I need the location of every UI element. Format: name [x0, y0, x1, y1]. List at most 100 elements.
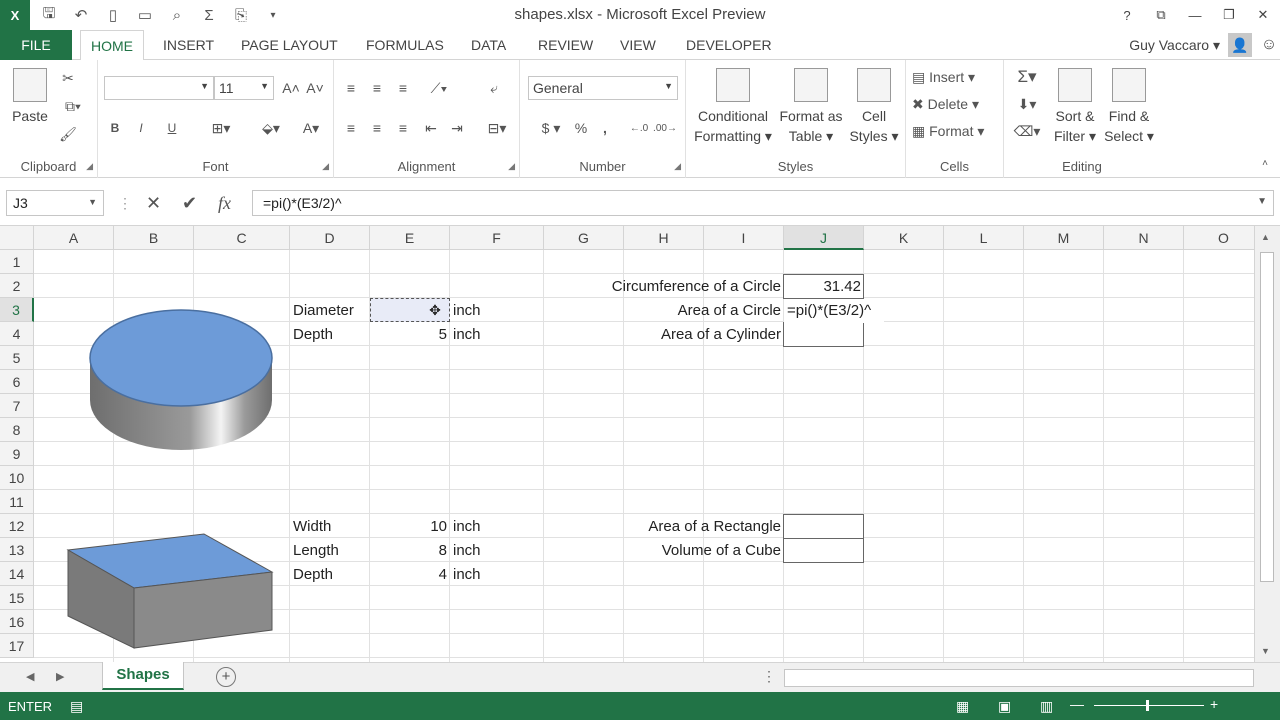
row-header-17[interactable]: 17: [0, 634, 34, 658]
cell-d12[interactable]: Width: [290, 515, 370, 539]
row-header-15[interactable]: 15: [0, 586, 34, 610]
row-header-7[interactable]: 7: [0, 394, 34, 418]
format-as-table-button[interactable]: Format as Table ▾: [776, 68, 846, 146]
ribbon-display-icon[interactable]: ⧉: [1144, 0, 1178, 30]
cell-e4[interactable]: 5: [370, 323, 450, 347]
normal-view-icon[interactable]: ▦: [956, 698, 969, 715]
collapse-ribbon-icon[interactable]: ˄: [1258, 156, 1272, 170]
delete-cells-button[interactable]: ✖ Delete ▾: [912, 93, 1000, 115]
align-top-icon[interactable]: ≡: [342, 78, 360, 98]
cell-styles-button[interactable]: Cell Styles ▾: [846, 68, 902, 146]
scroll-down-icon[interactable]: ▼: [1261, 646, 1270, 656]
worksheet-grid[interactable]: ABCDEFGHIJKLMNO 1 2 3 4 5 6 7 8 9 10 11 12 13 14 15 16 1…: [0, 226, 1280, 662]
page-break-view-icon[interactable]: ▥: [1040, 698, 1053, 715]
row-header-8[interactable]: 8: [0, 418, 34, 442]
cell-f12[interactable]: inch: [450, 515, 530, 539]
row-header-14[interactable]: 14: [0, 562, 34, 586]
add-sheet-button[interactable]: +: [216, 667, 236, 687]
row-header-11[interactable]: 11: [0, 490, 34, 514]
prev-sheet-icon[interactable]: ◀: [26, 670, 34, 683]
font-launcher-icon[interactable]: ◢: [322, 161, 329, 172]
cell-f13[interactable]: inch: [450, 539, 530, 563]
merge-center-icon[interactable]: ⊟▾: [482, 118, 512, 138]
user-account[interactable]: Guy Vaccaro ▾ 👤 ☺: [1129, 30, 1280, 60]
font-color-button[interactable]: A ▾: [296, 118, 326, 138]
copy-icon[interactable]: ⧉▾: [58, 96, 88, 116]
zoom-in-icon[interactable]: +: [1210, 696, 1218, 712]
cylinder-shape[interactable]: [88, 308, 274, 454]
cell-j2[interactable]: 31.42: [784, 275, 864, 299]
format-cells-button[interactable]: ▦ Format ▾: [912, 120, 1000, 142]
percent-button[interactable]: %: [572, 118, 590, 138]
column-header-g[interactable]: G: [544, 226, 624, 250]
tab-home[interactable]: HOME: [80, 30, 144, 61]
cut-icon[interactable]: ✂: [58, 68, 78, 88]
row-header-6[interactable]: 6: [0, 370, 34, 394]
fill-icon[interactable]: ⬇▾: [1012, 93, 1042, 115]
select-all-corner[interactable]: [0, 226, 34, 250]
borders-icon[interactable]: ⊞▾: [204, 118, 238, 138]
paste-button[interactable]: Paste: [8, 68, 52, 126]
insert-function-icon[interactable]: fx: [218, 190, 231, 216]
currency-button[interactable]: $ ▾: [534, 118, 568, 138]
column-header-m[interactable]: M: [1024, 226, 1104, 250]
row-header-1[interactable]: 1: [0, 250, 34, 274]
sort-filter-button[interactable]: Sort & Filter ▾: [1050, 68, 1100, 146]
tab-review[interactable]: REVIEW: [538, 30, 593, 60]
cell-j12-border[interactable]: [783, 514, 864, 539]
avatar[interactable]: 👤: [1228, 33, 1252, 57]
column-header-c[interactable]: C: [194, 226, 290, 250]
clipboard-launcher-icon[interactable]: ◢: [86, 161, 93, 172]
smiley-feedback-icon[interactable]: ☺: [1258, 34, 1280, 56]
cell-i4[interactable]: Area of a Cylinder: [544, 323, 784, 347]
chevron-down-icon[interactable]: ▼: [88, 197, 97, 207]
cell-f3[interactable]: inch: [450, 299, 530, 323]
zoom-out-icon[interactable]: —: [1070, 696, 1084, 712]
underline-button[interactable]: U: [158, 118, 186, 138]
align-right-icon[interactable]: ≡: [394, 118, 412, 138]
row-header-3[interactable]: 3: [0, 298, 34, 322]
cell-d13[interactable]: Length: [290, 539, 370, 563]
tab-split-handle-icon[interactable]: ⋮: [762, 668, 776, 685]
cell-j3-editing[interactable]: =pi()*(E3/2)^: [784, 299, 884, 323]
align-middle-icon[interactable]: ≡: [368, 78, 386, 98]
cell-d4[interactable]: Depth: [290, 323, 370, 347]
macro-record-icon[interactable]: ▤: [70, 698, 83, 715]
next-sheet-icon[interactable]: ▶: [56, 670, 64, 683]
cell-i3[interactable]: Area of a Circle: [544, 299, 784, 323]
column-header-h[interactable]: H: [624, 226, 704, 250]
italic-button[interactable]: I: [132, 118, 150, 138]
help-icon[interactable]: ?: [1110, 0, 1144, 30]
align-bottom-icon[interactable]: ≡: [394, 78, 412, 98]
sheet-tab-shapes[interactable]: Shapes: [102, 662, 184, 690]
column-header-e[interactable]: E: [370, 226, 450, 250]
alignment-launcher-icon[interactable]: ◢: [508, 161, 515, 172]
decrease-font-icon[interactable]: A˅: [304, 78, 326, 98]
bold-button[interactable]: B: [106, 118, 124, 138]
find-select-button[interactable]: Find & Select ▾: [1102, 68, 1156, 146]
cell-f4[interactable]: inch: [450, 323, 530, 347]
scroll-thumb[interactable]: [1260, 252, 1274, 582]
column-header-j[interactable]: J: [784, 226, 864, 250]
comma-button[interactable]: ,: [596, 118, 614, 138]
drag-handle-icon[interactable]: ⋮: [118, 190, 132, 216]
zoom-slider-thumb[interactable]: [1146, 700, 1149, 711]
cancel-icon[interactable]: ✕: [146, 190, 161, 216]
page-layout-view-icon[interactable]: ▣: [998, 698, 1011, 715]
enter-icon[interactable]: ✔: [182, 190, 197, 216]
row-header-4[interactable]: 4: [0, 322, 34, 346]
fill-color-icon[interactable]: ⬙▾: [254, 118, 288, 138]
cell-e13[interactable]: 8: [370, 539, 450, 563]
zoom-slider[interactable]: [1094, 705, 1204, 706]
wrap-text-icon[interactable]: ⤶: [484, 78, 504, 98]
name-box[interactable]: J3 ▼: [6, 190, 104, 216]
column-header-n[interactable]: N: [1104, 226, 1184, 250]
align-center-icon[interactable]: ≡: [368, 118, 386, 138]
column-header-o[interactable]: O: [1184, 226, 1264, 250]
user-name[interactable]: Guy Vaccaro ▾: [1129, 37, 1220, 54]
cell-i2[interactable]: Circumference of a Circle: [544, 275, 784, 299]
row-header-12[interactable]: 12: [0, 514, 34, 538]
row-header-16[interactable]: 16: [0, 610, 34, 634]
increase-font-icon[interactable]: A˄: [280, 78, 302, 98]
row-header-2[interactable]: 2: [0, 274, 34, 298]
